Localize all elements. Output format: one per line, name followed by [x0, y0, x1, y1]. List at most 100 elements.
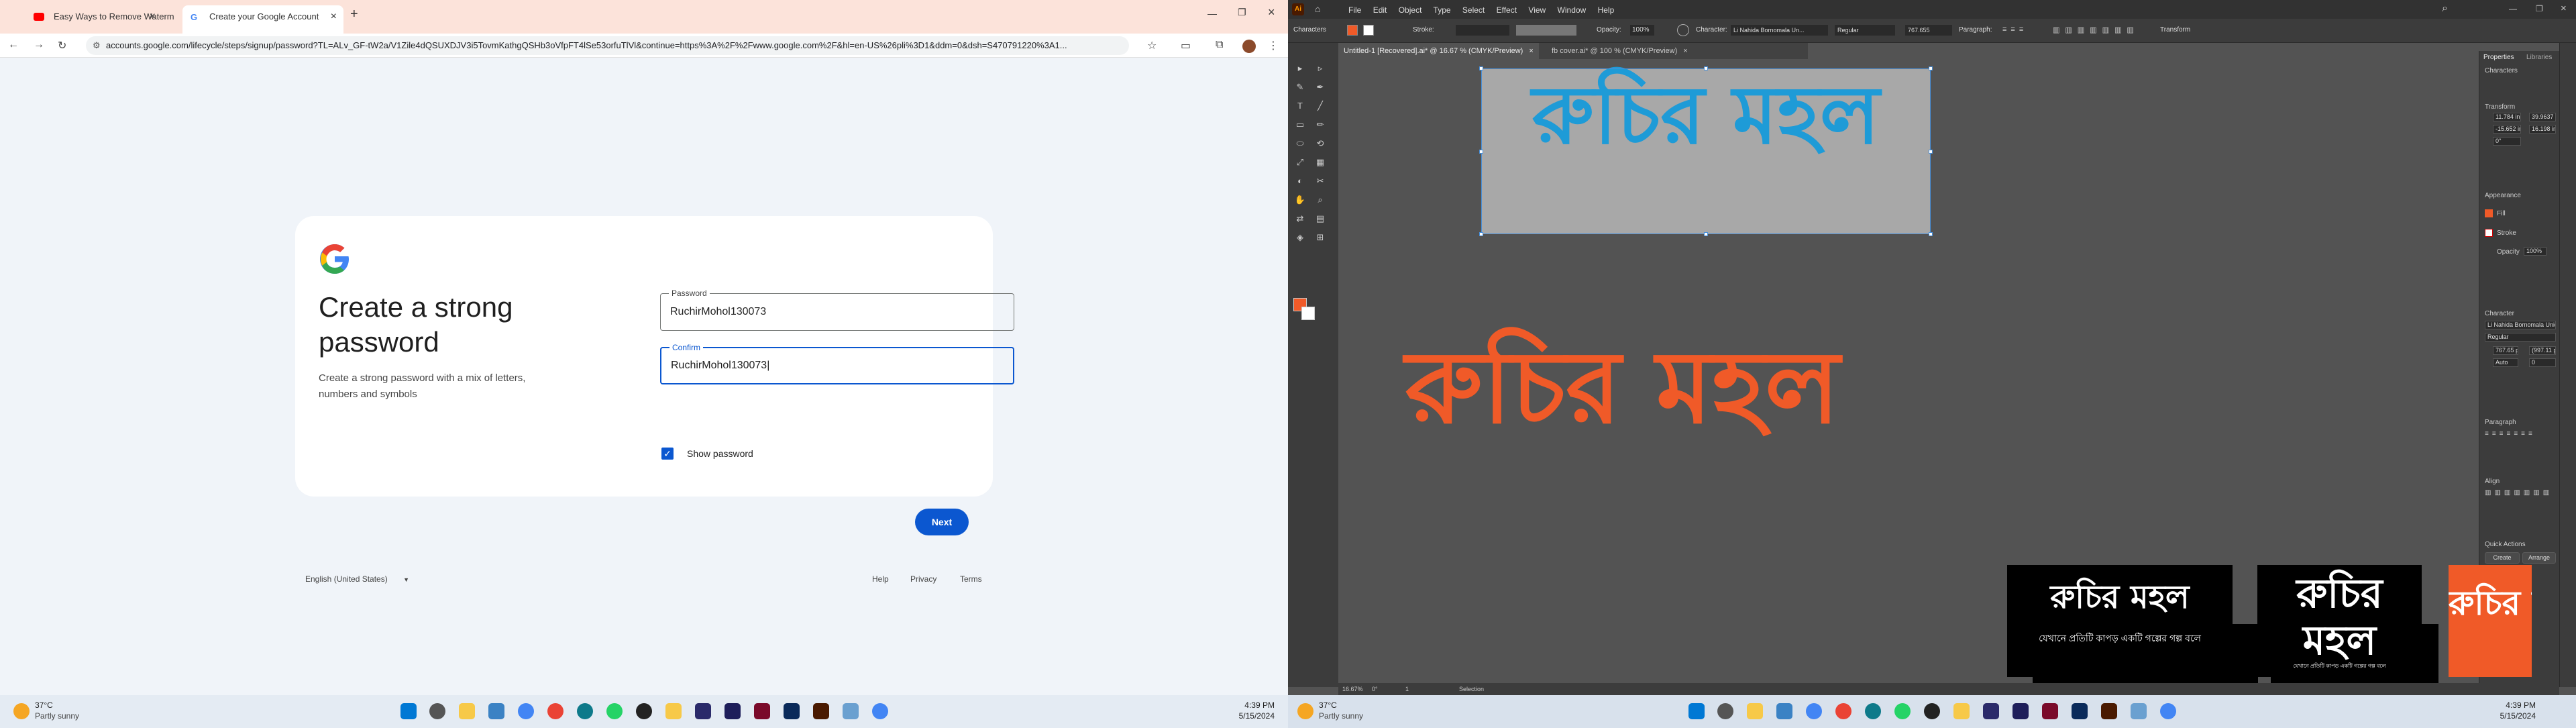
tool-icon[interactable]: ◐ — [1292, 176, 1308, 191]
photoshop-icon[interactable] — [2072, 703, 2088, 719]
resize-handle[interactable] — [1929, 66, 1933, 70]
start-icon[interactable] — [400, 703, 417, 719]
photos-icon[interactable] — [843, 703, 859, 719]
paragraph-align-buttons[interactable]: ≡≡≡ — [2002, 25, 2027, 34]
tab-youtube[interactable]: Easy Ways to Remove Waterm × — [27, 5, 174, 28]
reload-icon[interactable]: ↻ — [58, 39, 66, 52]
app-icon[interactable] — [1924, 703, 1940, 719]
doc-tab-fb-cover[interactable]: fb cover.ai* @ 100 % (CMYK/Preview) × — [1546, 43, 1693, 59]
font-size-input[interactable]: 767.65 pt — [2493, 346, 2518, 355]
show-password-checkbox[interactable]: ✓ — [661, 448, 674, 460]
tool-icon[interactable]: ◈ — [1292, 232, 1308, 247]
avatar[interactable] — [1242, 40, 1256, 53]
chrome-profile-icon[interactable] — [1835, 703, 1851, 719]
footer-privacy-link[interactable]: Privacy — [910, 574, 936, 584]
tab-google-account[interactable]: G Create your Google Account × — [182, 5, 343, 34]
tool-icon[interactable]: ⬭ — [1292, 138, 1308, 153]
resize-handle[interactable] — [1704, 232, 1708, 236]
arrange-button[interactable]: Arrange — [2522, 552, 2556, 564]
tool-icon[interactable]: ⇄ — [1292, 213, 1308, 228]
edge-icon[interactable] — [1865, 703, 1881, 719]
resize-handle[interactable] — [1929, 232, 1933, 236]
extensions-icon[interactable]: ⧉ — [1216, 39, 1223, 51]
font-family-select[interactable]: Li Nahida Bornomala Unicode — [2485, 321, 2556, 329]
minimize-button[interactable]: — — [2509, 4, 2517, 13]
x-input[interactable]: 11.784 in — [2493, 113, 2521, 121]
whatsapp-icon[interactable] — [606, 703, 623, 719]
logo-thumbnail[interactable]: রুচির মহল — [2449, 565, 2532, 677]
premiere-icon[interactable] — [695, 703, 711, 719]
resize-handle[interactable] — [1704, 66, 1708, 70]
resize-handle[interactable] — [1929, 150, 1933, 154]
font-size-input[interactable]: 767.655 — [1905, 25, 1952, 36]
chrome-icon[interactable] — [1806, 703, 1822, 719]
notes-icon[interactable] — [665, 703, 682, 719]
menu-select[interactable]: Select — [1462, 5, 1485, 15]
close-icon[interactable]: × — [2561, 3, 2567, 14]
align-buttons[interactable]: ▥▥▥▥▥▥▥ — [2485, 489, 2553, 497]
after-effects-icon[interactable] — [724, 703, 741, 719]
tool-icon[interactable]: ▤ — [1312, 213, 1328, 228]
confirm-field[interactable]: Confirm RuchirMohol130073| — [660, 342, 1014, 384]
font-style-select[interactable]: Regular — [1835, 25, 1895, 36]
artboard-number[interactable]: 1 — [1405, 683, 1409, 695]
resize-handle[interactable] — [1479, 66, 1483, 70]
tool-icon[interactable]: ✋ — [1292, 195, 1308, 209]
start-icon[interactable] — [1688, 703, 1705, 719]
menu-effect[interactable]: Effect — [1497, 5, 1517, 15]
leading-input[interactable]: (997.11 p — [2529, 346, 2556, 355]
tool-icon[interactable]: ⊞ — [1312, 232, 1328, 247]
align-buttons[interactable]: ▥▥▥▥▥▥▥ — [2053, 25, 2139, 34]
search-icon[interactable]: ⌕ — [2442, 3, 2448, 15]
fill-swatch[interactable] — [2485, 209, 2493, 217]
tool-icon[interactable]: ✒ — [1312, 82, 1328, 97]
recolor-icon[interactable] — [1677, 24, 1689, 36]
tool-icon[interactable]: ▸ — [1292, 63, 1308, 78]
tool-icon[interactable]: ⟲ — [1312, 138, 1328, 153]
footer-help-link[interactable]: Help — [872, 574, 889, 584]
tool-icon[interactable]: ✎ — [1292, 82, 1308, 97]
next-button[interactable]: Next — [915, 509, 969, 535]
tracking-input[interactable]: Auto — [2493, 358, 2518, 367]
chrome-icon[interactable] — [872, 703, 888, 719]
kerning-input[interactable]: 0 — [2529, 358, 2556, 367]
menu-dots-icon[interactable]: ⋮ — [1268, 39, 1279, 52]
tool-icon[interactable]: ╱ — [1312, 101, 1328, 115]
panel-tab-properties[interactable]: Properties — [2483, 54, 2514, 61]
tool-icon[interactable]: ✂ — [1312, 176, 1328, 191]
y-input[interactable]: -15.652 in — [2493, 125, 2521, 134]
site-info-icon[interactable]: ⚙ — [93, 36, 101, 55]
logo-thumbnail[interactable]: রুচির মহল যেখানে প্রতিটি কাপড় একটি গল্প… — [2257, 565, 2422, 677]
maximize-button[interactable]: ❐ — [2536, 4, 2543, 13]
close-icon[interactable]: × — [331, 5, 337, 28]
create-outlines-button[interactable]: Create Outlines — [2485, 552, 2520, 571]
footer-terms-link[interactable]: Terms — [960, 574, 982, 584]
minimize-button[interactable]: — — [1208, 8, 1217, 19]
file-explorer-icon[interactable] — [1747, 703, 1763, 719]
illustrator-icon[interactable] — [2101, 703, 2117, 719]
font-family-select[interactable]: Li Nahida Bornomala Un... — [1731, 25, 1828, 36]
notes-icon[interactable] — [1953, 703, 1970, 719]
illustrator-icon[interactable] — [813, 703, 829, 719]
tool-icon[interactable]: ✏ — [1312, 119, 1328, 134]
home-icon[interactable]: ⌂ — [1315, 3, 1320, 14]
indesign-icon[interactable] — [754, 703, 770, 719]
tool-icon[interactable]: ▦ — [1312, 157, 1328, 172]
maximize-button[interactable]: ❐ — [1238, 7, 1246, 18]
variable-width-select[interactable] — [1516, 25, 1576, 36]
photoshop-icon[interactable] — [784, 703, 800, 719]
new-tab-button[interactable]: + — [350, 7, 358, 22]
menu-help[interactable]: Help — [1598, 5, 1615, 15]
app-icon[interactable] — [1776, 703, 1792, 719]
edge-icon[interactable] — [577, 703, 593, 719]
url-bar[interactable]: ⚙ accounts.google.com/lifecycle/steps/si… — [86, 36, 1129, 55]
chrome-icon[interactable] — [2160, 703, 2176, 719]
back-arrow-icon[interactable]: ← — [8, 39, 19, 51]
menu-object[interactable]: Object — [1399, 5, 1422, 15]
stroke-swatch[interactable] — [2485, 229, 2493, 237]
stroke-color-box[interactable] — [1301, 307, 1315, 320]
menu-view[interactable]: View — [1528, 5, 1546, 15]
forward-arrow-icon[interactable]: → — [34, 39, 44, 51]
close-icon[interactable]: × — [150, 5, 156, 28]
tool-icon[interactable]: ⌕ — [1312, 195, 1328, 209]
